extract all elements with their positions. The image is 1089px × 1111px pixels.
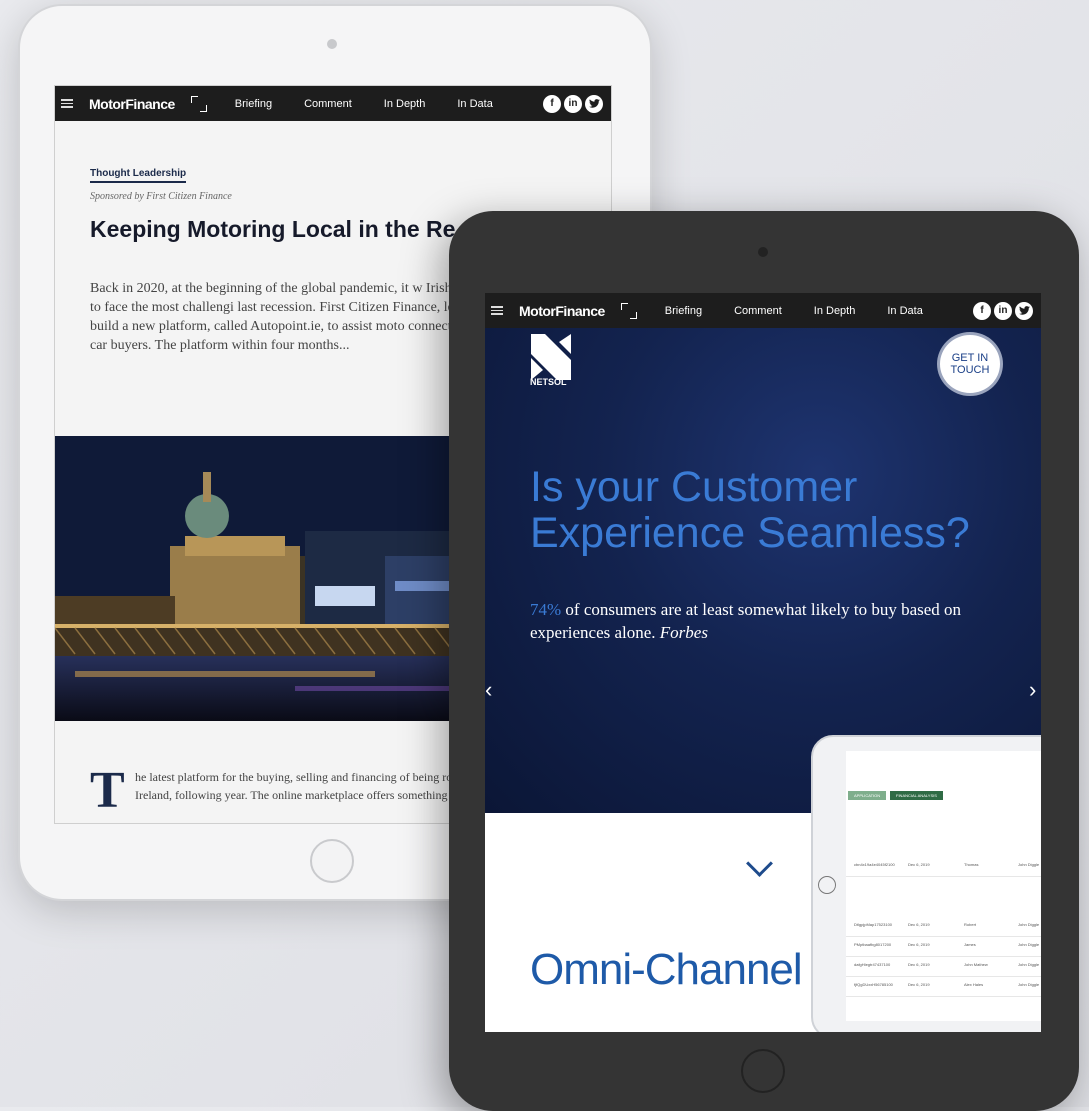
linkedin-icon[interactable]: in (994, 301, 1012, 320)
stat-value: 74% (530, 600, 562, 619)
menu-icon[interactable] (491, 304, 503, 317)
ad-screen: MotorFinance Briefing Comment In Depth I… (485, 293, 1041, 1032)
table-row: cbn4x19a4e4045f2100 Dec 6, 2019 Thomas Joh… (846, 856, 1041, 877)
quote-source: Forbes (659, 623, 708, 642)
netsol-logo-text: NETSOL (530, 377, 567, 387)
mockup-tab-application: APPLICATION (848, 791, 887, 800)
home-button[interactable] (741, 1049, 785, 1093)
get-in-touch-button[interactable]: GET IN TOUCH (937, 332, 1003, 396)
nav-link-in-depth[interactable]: In Depth (384, 98, 426, 110)
facebook-icon[interactable]: f (973, 301, 991, 320)
site-navbar: MotorFinance Briefing Comment In Depth I… (55, 86, 611, 121)
drop-cap: T (90, 762, 125, 819)
nav-link-briefing[interactable]: Briefing (235, 98, 272, 110)
table-row: PMptbaafbg8017200 Dec 6, 2019 James John D… (846, 936, 1041, 957)
twitter-icon[interactable] (1015, 301, 1033, 320)
home-button[interactable] (310, 839, 354, 883)
mockup-tab-financial: FINANCIAL ANALYSIS (890, 791, 943, 800)
social-icons: f in (973, 301, 1033, 320)
ad-headline: Is your Customer Experience Seamless? (530, 463, 970, 557)
nav-link-comment[interactable]: Comment (734, 305, 782, 317)
mockup-home-button (818, 876, 836, 894)
nav-link-in-depth[interactable]: In Depth (814, 305, 856, 317)
site-navbar: MotorFinance Briefing Comment In Depth I… (485, 293, 1041, 328)
menu-icon[interactable] (61, 97, 73, 110)
mockup-screen: APPLICATION FINANCIAL ANALYSIS cbn4x19a4… (846, 751, 1041, 1021)
ad-quote: 74% of consumers are at least somewhat l… (530, 598, 1000, 644)
table-row: DtlgpjpMap17523100 Dec 6, 2019 Robert John… (846, 916, 1041, 937)
expand-icon[interactable] (190, 95, 207, 112)
expand-icon[interactable] (620, 302, 637, 319)
next-arrow-icon[interactable]: › (1029, 677, 1036, 703)
twitter-icon[interactable] (585, 94, 603, 113)
sponsor-line: Sponsored by First Citizen Finance (90, 191, 232, 202)
nav-link-in-data[interactable]: In Data (887, 305, 922, 317)
site-logo[interactable]: MotorFinance (519, 303, 605, 319)
nav-link-briefing[interactable]: Briefing (665, 305, 702, 317)
camera-dot (327, 39, 337, 49)
category-tag[interactable]: Thought Leadership (90, 168, 187, 183)
table-row: fjfQgDUxxH56785100 Dec 6, 2019 Alex Hales… (846, 976, 1041, 997)
site-logo[interactable]: MotorFinance (89, 96, 175, 112)
nav-link-comment[interactable]: Comment (304, 98, 352, 110)
quote-text: of consumers are at least somewhat likel… (530, 600, 962, 642)
facebook-icon[interactable]: f (543, 94, 561, 113)
prev-arrow-icon[interactable]: ‹ (485, 677, 492, 703)
camera-dot (758, 247, 768, 257)
table-row: dafgHlegtr47437100 Dec 6, 2019 John Mathe… (846, 956, 1041, 977)
chevron-down-icon[interactable] (746, 850, 773, 877)
linkedin-icon[interactable]: in (564, 94, 582, 113)
nav-link-in-data[interactable]: In Data (457, 98, 492, 110)
netsol-logo-icon (531, 334, 571, 380)
social-icons: f in (543, 94, 603, 113)
